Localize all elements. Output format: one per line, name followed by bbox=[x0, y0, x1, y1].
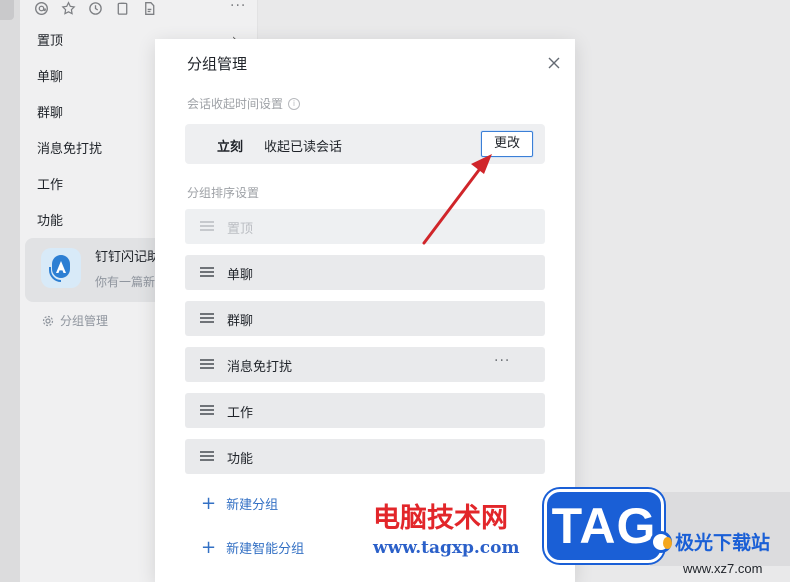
drag-handle-icon[interactable] bbox=[200, 267, 214, 277]
document-icon[interactable] bbox=[142, 1, 157, 16]
app-nav-strip bbox=[0, 0, 20, 582]
group-row-label: 工作 bbox=[227, 406, 254, 421]
watermark-site-name: 电脑技术网 bbox=[373, 503, 508, 534]
sidebar-toolbar: ··· bbox=[34, 0, 245, 16]
group-row-label: 消息免打扰 bbox=[227, 360, 293, 375]
collapse-section-text: 会话收起时间设置 bbox=[187, 97, 284, 111]
watermark-brand-logo: 极光下载站 bbox=[650, 528, 770, 555]
group-row-features[interactable]: 功能 bbox=[185, 439, 545, 474]
collapse-action: 收起已读会话 bbox=[264, 140, 343, 155]
group-row-group-chat[interactable]: 群聊 bbox=[185, 301, 545, 336]
group-row-direct-chat[interactable]: 单聊 bbox=[185, 255, 545, 290]
info-icon[interactable]: i bbox=[288, 97, 301, 110]
sidebar-item-features[interactable]: 功能 bbox=[37, 210, 63, 234]
mic-logo-icon bbox=[49, 255, 70, 282]
group-manage-dialog: 分组管理 会话收起时间设置 i 立刻 收起已读会话 更改 分组排序设置 置顶 单… bbox=[155, 39, 575, 582]
group-row-label: 群聊 bbox=[227, 314, 254, 329]
sidebar-item-muted[interactable]: 消息免打扰 bbox=[37, 138, 102, 162]
collapse-timing: 立刻 bbox=[217, 140, 244, 155]
nav-selected-indicator[interactable] bbox=[0, 0, 14, 20]
group-row-muted[interactable]: 消息免打扰 ··· bbox=[185, 347, 545, 382]
gear-icon bbox=[42, 315, 54, 326]
drag-handle-icon[interactable] bbox=[200, 451, 214, 461]
dialog-title: 分组管理 bbox=[187, 55, 248, 73]
conversation-title: 钉钉闪记助 bbox=[95, 250, 161, 265]
drag-handle-icon[interactable] bbox=[200, 313, 214, 323]
watermark-brand-url: www.xz7.com bbox=[683, 561, 763, 576]
plus-icon: + bbox=[201, 492, 217, 514]
sidebar-item-direct-chat[interactable]: 单聊 bbox=[37, 66, 63, 90]
history-icon[interactable] bbox=[88, 1, 103, 16]
brand-logo-icon bbox=[650, 530, 672, 553]
new-group-label: 新建分组 bbox=[226, 498, 279, 513]
drag-handle-icon[interactable] bbox=[200, 359, 214, 369]
sidebar-item-group-chat[interactable]: 群聊 bbox=[37, 102, 63, 126]
watermark-brand-name: 极光下载站 bbox=[675, 532, 771, 554]
group-row-work[interactable]: 工作 bbox=[185, 393, 545, 428]
watermark-tag-logo: TAG bbox=[544, 489, 664, 563]
group-row-label: 功能 bbox=[227, 452, 254, 467]
sidebar-item-work[interactable]: 工作 bbox=[37, 174, 63, 198]
group-row-label: 置顶 bbox=[227, 222, 254, 237]
conversation-card[interactable]: 钉钉闪记助 你有一篇新 bbox=[25, 238, 175, 302]
collapse-section-label: 会话收起时间设置 i bbox=[187, 95, 301, 112]
mention-icon[interactable] bbox=[34, 1, 49, 16]
drag-handle-icon bbox=[200, 221, 214, 231]
new-group-button[interactable]: + 新建分组 bbox=[201, 494, 278, 513]
sidebar-item-pinned[interactable]: 置顶 bbox=[37, 30, 63, 54]
clipboard-icon[interactable] bbox=[115, 1, 130, 16]
more-icon[interactable]: ··· bbox=[230, 0, 246, 14]
close-icon[interactable] bbox=[546, 55, 562, 71]
star-icon[interactable] bbox=[61, 0, 76, 16]
watermark-site-url: www.tagxp.com bbox=[373, 538, 520, 558]
avatar bbox=[41, 248, 81, 288]
sort-section-label: 分组排序设置 bbox=[187, 186, 260, 200]
collapse-setting-box: 立刻 收起已读会话 更改 bbox=[185, 124, 545, 164]
new-smart-group-label: 新建智能分组 bbox=[226, 542, 305, 557]
group-manage-label: 分组管理 bbox=[60, 314, 109, 328]
more-icon[interactable]: ··· bbox=[494, 353, 510, 369]
group-row-label: 单聊 bbox=[227, 268, 254, 283]
drag-handle-icon[interactable] bbox=[200, 405, 214, 415]
group-manage-link[interactable]: 分组管理 bbox=[42, 312, 108, 329]
group-row-pinned: 置顶 bbox=[185, 209, 545, 244]
plus-icon: + bbox=[201, 536, 217, 558]
new-smart-group-button[interactable]: + 新建智能分组 bbox=[201, 538, 304, 557]
change-button[interactable]: 更改 bbox=[481, 131, 533, 157]
conversation-preview: 你有一篇新 bbox=[95, 275, 156, 289]
